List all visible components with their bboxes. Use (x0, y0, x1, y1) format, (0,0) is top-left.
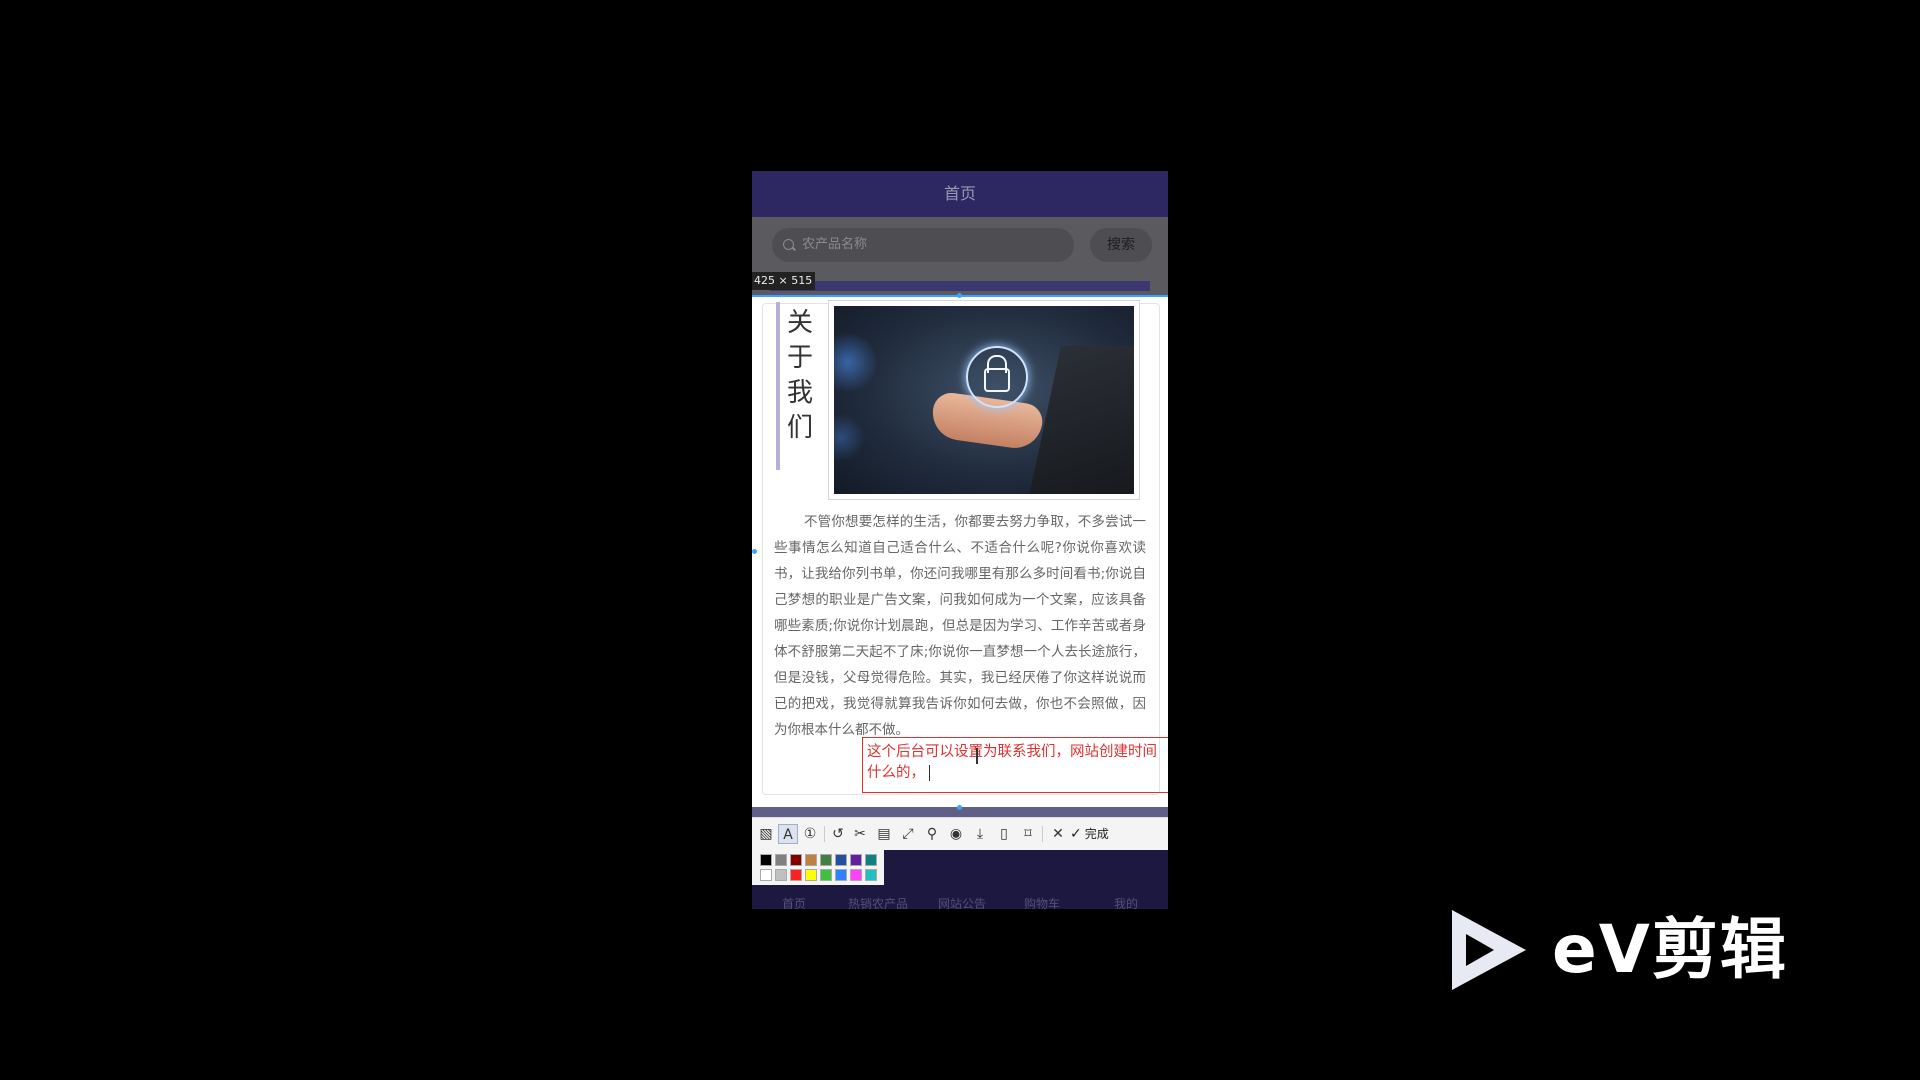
color-swatch[interactable] (850, 869, 862, 881)
color-swatch[interactable] (835, 869, 847, 881)
mosaic-icon[interactable]: ▧ (756, 824, 776, 844)
color-swatch[interactable] (775, 869, 787, 881)
search-button[interactable]: 搜索 (1090, 228, 1152, 262)
text-caret (929, 765, 930, 781)
about-title-rule (776, 302, 780, 470)
tab-announcements[interactable]: 网站公告 (938, 895, 986, 909)
color-swatch[interactable] (790, 854, 802, 866)
undo-icon[interactable]: ↺ (828, 824, 848, 844)
color-swatch[interactable] (775, 854, 787, 866)
capture-dimensions-label: 425 × 515 (752, 272, 816, 290)
about-title-char: 关 (786, 308, 813, 338)
capture-resize-handle-top[interactable] (957, 293, 962, 298)
page-title: 首页 (752, 171, 1168, 217)
annotation-text[interactable]: 这个后台可以设置为联系我们，网站创建时间什么的， (867, 742, 1165, 784)
search-placeholder: 农产品名称 (802, 237, 868, 252)
color-swatch[interactable] (805, 854, 817, 866)
ibeam-cursor-icon (976, 748, 978, 764)
ev-editor-watermark: eV剪辑 (1452, 910, 1832, 990)
bottom-tab-bar: 首页 热销农产品 网站公告 购物车 我的 (752, 881, 1168, 909)
crop-icon[interactable]: ✂ (850, 824, 870, 844)
annotation-text-content: 这个后台可以设置为联系我们，网站创建时间什么的， (867, 744, 1157, 781)
tab-hot-products[interactable]: 热销农产品 (848, 895, 908, 909)
suit-sleeve (1026, 346, 1134, 494)
toolbar-separator (824, 826, 825, 842)
phone-viewport: 首页 农产品名称 搜索 425 × 515 关 于 我 们 不管你想要怎样的生活… (752, 171, 1168, 909)
about-title-char: 们 (786, 413, 813, 443)
annotation-textbox[interactable]: 这个后台可以设置为联系我们，网站创建时间什么的， (862, 737, 1168, 793)
search-icon (783, 239, 794, 250)
section-band-bar (770, 281, 1150, 291)
color-palette (752, 849, 884, 885)
close-icon[interactable]: ✕ (1048, 824, 1068, 844)
color-swatch[interactable] (835, 854, 847, 866)
ocr-icon[interactable]: ▤ (874, 824, 894, 844)
about-title-char: 于 (786, 343, 813, 373)
about-image-frame (828, 300, 1140, 500)
color-swatch[interactable] (820, 869, 832, 881)
color-swatch[interactable] (760, 869, 772, 881)
download-icon[interactable]: ⤓ (970, 824, 990, 844)
capture-resize-handle-left[interactable] (752, 549, 757, 554)
color-swatch[interactable] (805, 869, 817, 881)
search-input[interactable]: 农产品名称 (772, 228, 1074, 262)
about-title-char: 我 (786, 378, 813, 408)
color-swatch[interactable] (820, 854, 832, 866)
color-swatch[interactable] (850, 854, 862, 866)
security-lock-image (834, 306, 1134, 494)
about-title: 关 于 我 们 (782, 306, 818, 446)
long-screenshot-icon[interactable]: ▯ (994, 824, 1014, 844)
screenshot-toolbar: ▧ A ① ↺ ✂ ▤ ⤢ ⚲ ◉ ⤓ ▯ ⌑ ✕ ✓ 完成 (752, 817, 1168, 850)
done-button[interactable]: ✓ 完成 (1070, 824, 1109, 844)
watermark-text: eV剪辑 (1552, 911, 1788, 988)
tab-home[interactable]: 首页 (782, 895, 806, 909)
network-glow (834, 306, 904, 494)
tab-cart[interactable]: 购物车 (1024, 895, 1060, 909)
color-swatch[interactable] (760, 854, 772, 866)
pin-icon[interactable]: ⚲ (922, 824, 942, 844)
done-label: 完成 (1084, 827, 1109, 841)
check-icon: ✓ (1070, 826, 1082, 842)
play-logo-inner (1466, 934, 1494, 966)
serial-number-icon[interactable]: ① (800, 824, 820, 844)
about-paragraph: 不管你想要怎样的生活，你都要去努力争取，不多尝试一些事情怎么知道自己适合什么、不… (774, 514, 1146, 738)
text-icon[interactable]: A (778, 824, 798, 844)
bookmark-icon[interactable]: ⌑ (1018, 824, 1038, 844)
tab-mine[interactable]: 我的 (1114, 895, 1138, 909)
color-swatch[interactable] (865, 869, 877, 881)
color-swatch[interactable] (790, 869, 802, 881)
capture-resize-handle-bottom[interactable] (957, 805, 962, 810)
lock-icon (984, 368, 1010, 392)
record-icon[interactable]: ◉ (946, 824, 966, 844)
color-swatch[interactable] (865, 854, 877, 866)
expand-icon[interactable]: ⤢ (898, 824, 918, 844)
toolbar-separator (1042, 826, 1043, 842)
